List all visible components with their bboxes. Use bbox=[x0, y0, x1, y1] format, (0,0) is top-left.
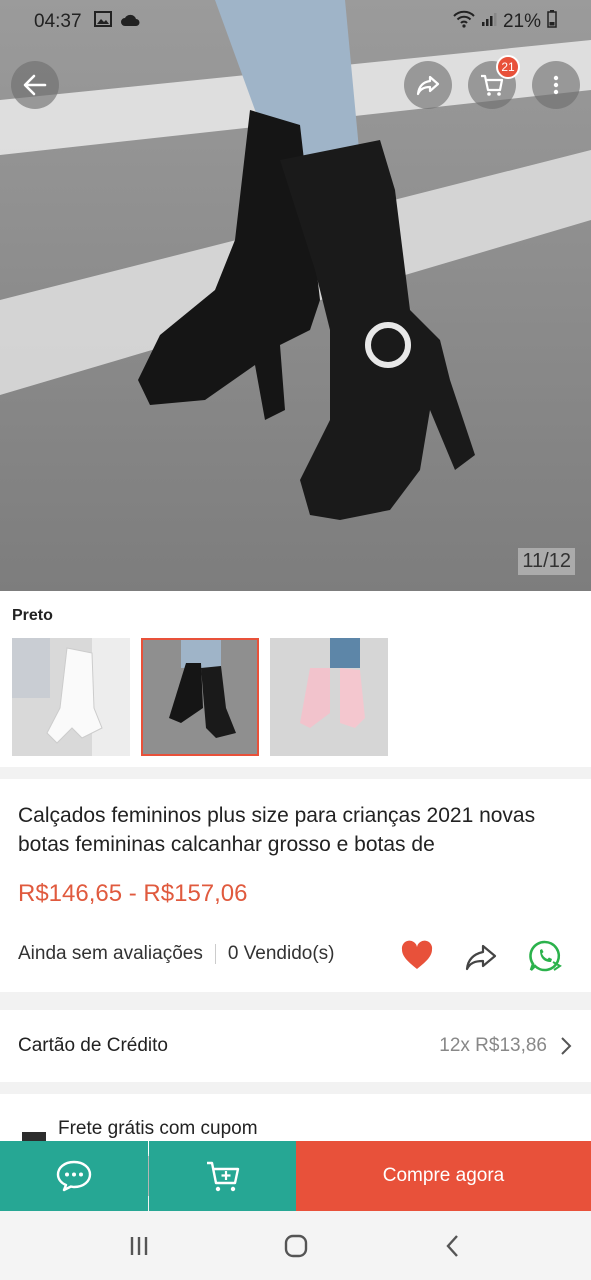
battery-icon bbox=[547, 10, 557, 34]
cart-count-badge: 21 bbox=[496, 55, 520, 79]
variant-label: Preto bbox=[12, 607, 53, 624]
add-to-cart-button[interactable] bbox=[149, 1141, 296, 1211]
variant-selector: Preto bbox=[0, 591, 591, 767]
chevron-right-icon bbox=[561, 1037, 572, 1055]
wifi-icon bbox=[453, 10, 475, 34]
installment-value: 12x R$13,86 bbox=[439, 1035, 547, 1056]
battery-level: 21% bbox=[502, 11, 541, 32]
status-bar: 04:37 21% bbox=[0, 0, 591, 44]
chat-button[interactable] bbox=[0, 1141, 148, 1211]
share-icon[interactable] bbox=[463, 938, 499, 974]
product-price: R$146,65 - R$157,06 bbox=[18, 880, 248, 907]
product-stats: Ainda sem avaliações 0 Vendido(s) bbox=[18, 943, 335, 965]
share-icon bbox=[416, 75, 440, 96]
variant-thumb-image bbox=[141, 638, 259, 756]
product-image-gallery[interactable]: 04:37 21% 21 11/12 bbox=[0, 0, 591, 591]
variant-thumb-white[interactable] bbox=[12, 638, 130, 756]
chat-icon bbox=[56, 1160, 92, 1192]
variant-thumb-pink[interactable] bbox=[270, 638, 388, 756]
divider bbox=[214, 944, 216, 964]
signal-icon bbox=[481, 11, 497, 33]
image-counter: 11/12 bbox=[518, 548, 575, 575]
arrow-left-icon bbox=[23, 74, 47, 96]
whatsapp-icon[interactable] bbox=[527, 938, 563, 974]
share-button[interactable] bbox=[404, 61, 452, 109]
home-icon[interactable] bbox=[281, 1231, 311, 1261]
variant-thumb-image bbox=[270, 638, 388, 756]
bottom-action-bar: Compre agora bbox=[0, 1141, 591, 1211]
cart-button[interactable]: 21 bbox=[468, 55, 520, 109]
back-button[interactable] bbox=[11, 61, 59, 109]
more-vertical-icon bbox=[553, 75, 559, 95]
recent-apps-icon[interactable] bbox=[124, 1231, 154, 1261]
system-navigation-bar bbox=[0, 1211, 591, 1280]
product-title: Calçados femininos plus size para crianç… bbox=[18, 804, 536, 856]
product-screen: 04:37 21% 21 11/12 Preto Calçados femini… bbox=[0, 0, 591, 1280]
buy-now-button[interactable]: Compre agora bbox=[296, 1141, 591, 1211]
payment-label: Cartão de Crédito bbox=[18, 1035, 168, 1056]
reviews-text[interactable]: Ainda sem avaliações bbox=[18, 943, 203, 965]
sold-count: 0 Vendido(s) bbox=[227, 943, 335, 964]
variant-thumb-image bbox=[12, 638, 130, 756]
cloud-icon bbox=[120, 11, 140, 33]
add-to-cart-icon bbox=[206, 1161, 239, 1192]
gallery-icon bbox=[93, 11, 112, 33]
payment-row[interactable]: Cartão de Crédito 12x R$13,86 bbox=[0, 1010, 591, 1082]
heart-icon[interactable] bbox=[399, 938, 435, 974]
variant-thumb-black[interactable] bbox=[141, 638, 259, 756]
product-info: Calçados femininos plus size para crianç… bbox=[0, 779, 591, 992]
back-nav-icon[interactable] bbox=[438, 1231, 468, 1261]
more-button[interactable] bbox=[532, 61, 580, 109]
shipping-label: Frete grátis com cupom bbox=[58, 1118, 258, 1139]
clock: 04:37 bbox=[34, 11, 82, 32]
